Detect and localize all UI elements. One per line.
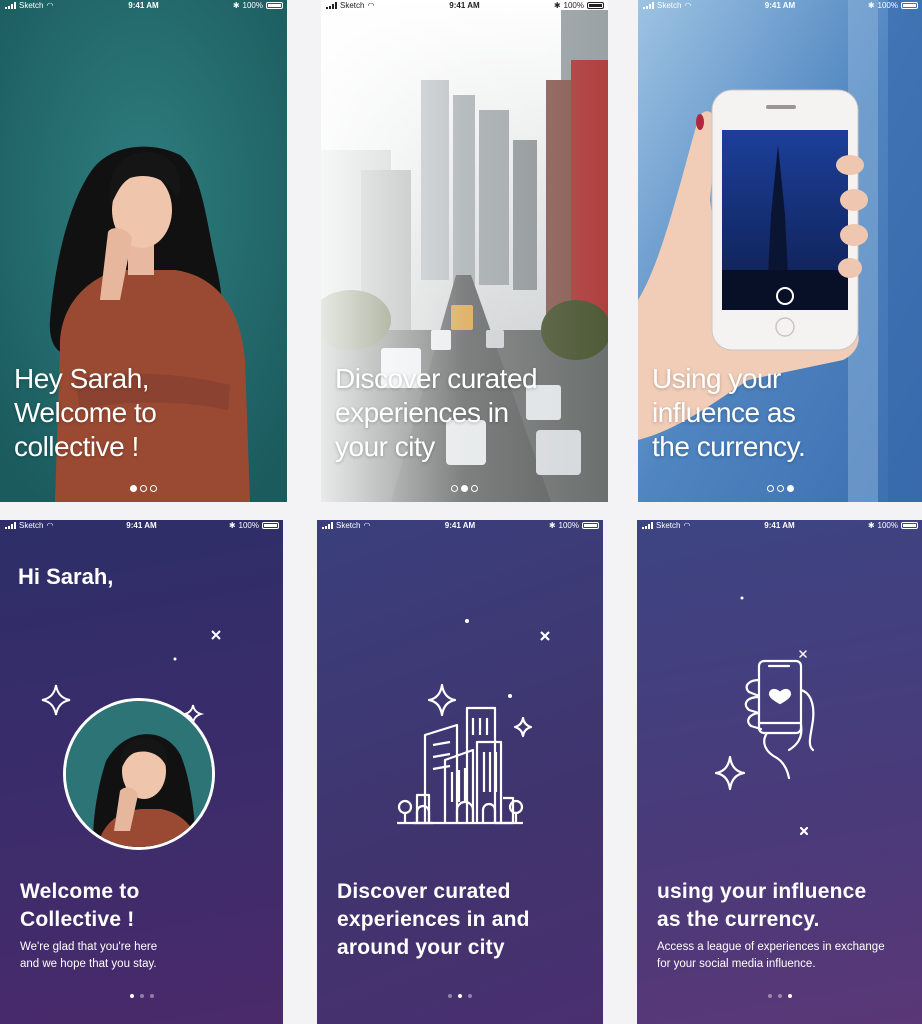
battery-percent: 100% xyxy=(242,1,263,10)
battery-percent: 100% xyxy=(563,1,584,10)
heading-line: as the currency. xyxy=(657,908,820,931)
title-line: experiences in xyxy=(335,397,509,428)
page-dot[interactable] xyxy=(767,994,772,998)
page-dot-active[interactable] xyxy=(787,994,792,998)
page-dot-active[interactable] xyxy=(461,485,468,492)
avatar-photo xyxy=(66,701,212,847)
page-dot-active[interactable] xyxy=(458,994,462,998)
subtext-line: for your social media influence. xyxy=(657,958,816,970)
page-dot[interactable] xyxy=(776,485,784,492)
subtext-line: and we hope that you stay. xyxy=(20,958,157,970)
battery-icon xyxy=(587,2,604,9)
title-line: Welcome to xyxy=(14,397,157,428)
heading-line: using your influence xyxy=(657,880,867,903)
onboarding-photo-screen-2: Sketch ◠ 9:41 AM ✱ 100% Discover curated e… xyxy=(321,0,608,502)
onboarding-subtext: We're glad that you're here and we hope … xyxy=(20,939,157,973)
battery-icon xyxy=(901,2,918,9)
heading-line: around your city xyxy=(337,936,505,959)
status-bar: Sketch ◠ 9:41 AM ✱ 100% xyxy=(638,0,922,12)
subtext-line: Access a league of experiences in exchan… xyxy=(657,941,885,953)
onboarding-title: Discover curated experiences in your cit… xyxy=(335,362,538,464)
bluetooth-icon: ✱ xyxy=(867,1,875,10)
onboarding-title: Using your influence as the currency. xyxy=(652,362,806,464)
onboarding-heading: using your influence as the currency. xyxy=(657,878,866,934)
page-dot[interactable] xyxy=(468,994,472,998)
battery-percent: 100% xyxy=(238,521,259,530)
onboarding-subtext: Access a league of experiences in exchan… xyxy=(657,939,885,973)
cross-star-icon xyxy=(211,630,221,640)
page-indicator[interactable] xyxy=(321,485,608,492)
page-dot[interactable] xyxy=(140,485,147,492)
onboarding-title: Hey Sarah, Welcome to collective ! xyxy=(14,362,157,464)
page-dot[interactable] xyxy=(766,485,774,492)
bluetooth-icon: ✱ xyxy=(232,1,240,10)
page-dot[interactable] xyxy=(139,994,144,998)
title-line: influence as xyxy=(652,397,796,428)
title-line: collective ! xyxy=(14,431,139,462)
battery-icon xyxy=(266,2,283,9)
bluetooth-icon: ✱ xyxy=(228,521,236,530)
onboarding-illustration-screen-3: Sketch ◠ 9:41 AM ✱ 100% using your influen… xyxy=(637,520,922,1024)
onboarding-heading: Welcome to Collective ! xyxy=(20,878,139,934)
page-dot[interactable] xyxy=(448,994,452,998)
sparkle-icon xyxy=(41,684,71,716)
bluetooth-icon: ✱ xyxy=(553,1,561,10)
city-buildings-icon xyxy=(397,619,550,825)
hand-phone-heart-icon xyxy=(714,596,815,836)
heading-line: experiences in and xyxy=(337,908,530,931)
heading-line: Discover curated xyxy=(337,880,511,903)
subtext-line: We're glad that you're here xyxy=(20,941,158,953)
title-line: your city xyxy=(335,431,435,462)
page-dot[interactable] xyxy=(150,485,157,492)
battery-icon xyxy=(262,522,279,529)
page-indicator[interactable] xyxy=(0,994,283,998)
onboarding-photo-screen-3: Sketch ◠ 9:41 AM ✱ 100% Using your influen… xyxy=(638,0,922,502)
page-indicator[interactable] xyxy=(317,994,603,998)
profile-avatar[interactable] xyxy=(63,698,215,850)
onboarding-illustration-screen-1: Sketch ◠ 9:41 AM ✱ 100% Hi Sarah, Welcome … xyxy=(0,520,283,1024)
onboarding-photo-screen-1: Sketch ◠ 9:41 AM ✱ 100% Hey Sarah, Welcome… xyxy=(0,0,287,502)
page-dot[interactable] xyxy=(149,994,154,998)
status-bar: Sketch ◠ 9:41 AM ✱ 100% xyxy=(0,520,283,532)
heading-line: Welcome to xyxy=(20,880,140,903)
page-dot[interactable] xyxy=(451,485,458,492)
page-indicator[interactable] xyxy=(638,485,922,492)
page-dot-active[interactable] xyxy=(129,994,134,998)
heading-line: Collective ! xyxy=(20,908,135,931)
page-dot-active[interactable] xyxy=(130,485,137,492)
title-line: Hey Sarah, xyxy=(14,363,150,394)
title-line: Discover curated xyxy=(335,363,538,394)
page-indicator[interactable] xyxy=(637,994,922,998)
title-line: Using your xyxy=(652,363,781,394)
onboarding-heading: Discover curated experiences in and arou… xyxy=(337,878,530,962)
status-bar: Sketch ◠ 9:41 AM ✱ 100% xyxy=(321,0,608,12)
title-line: the currency. xyxy=(652,431,806,462)
status-bar: Sketch ◠ 9:41 AM ✱ 100% xyxy=(0,0,287,12)
page-dot-active[interactable] xyxy=(786,485,794,492)
page-indicator[interactable] xyxy=(0,485,287,492)
page-dot[interactable] xyxy=(471,485,478,492)
onboarding-illustration-screen-2: Sketch ◠ 9:41 AM ✱ 100% Discover curated… xyxy=(317,520,603,1024)
battery-percent: 100% xyxy=(877,1,898,10)
page-dot[interactable] xyxy=(777,994,782,998)
